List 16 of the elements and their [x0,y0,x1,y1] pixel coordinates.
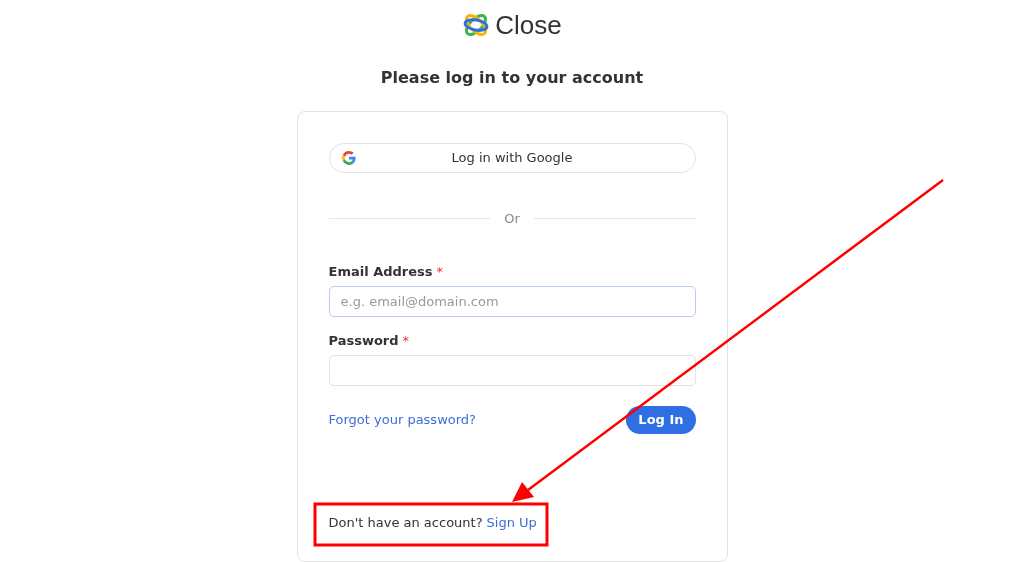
logo-icon [462,11,491,39]
required-mark: * [402,332,410,348]
signup-link[interactable]: Sign Up [486,514,537,530]
logo-text: Close [495,9,562,41]
google-icon [341,150,356,165]
input-field[interactable]: e.g. email@domain.com [328,285,696,317]
field-label: Email Address [328,263,433,279]
signup-prompt: Don't have an account? [328,514,483,530]
divider-label: Or [504,210,520,226]
google-login-button[interactable]: Log in with Google [328,142,696,173]
forgot-password-link[interactable]: Forgot your password? [328,412,476,427]
field-label: Password [328,332,399,348]
page-heading: Please log in to your account [380,68,644,89]
required-mark: * [436,263,443,279]
login-button[interactable]: Log In [626,405,696,434]
input-field[interactable] [328,354,696,386]
